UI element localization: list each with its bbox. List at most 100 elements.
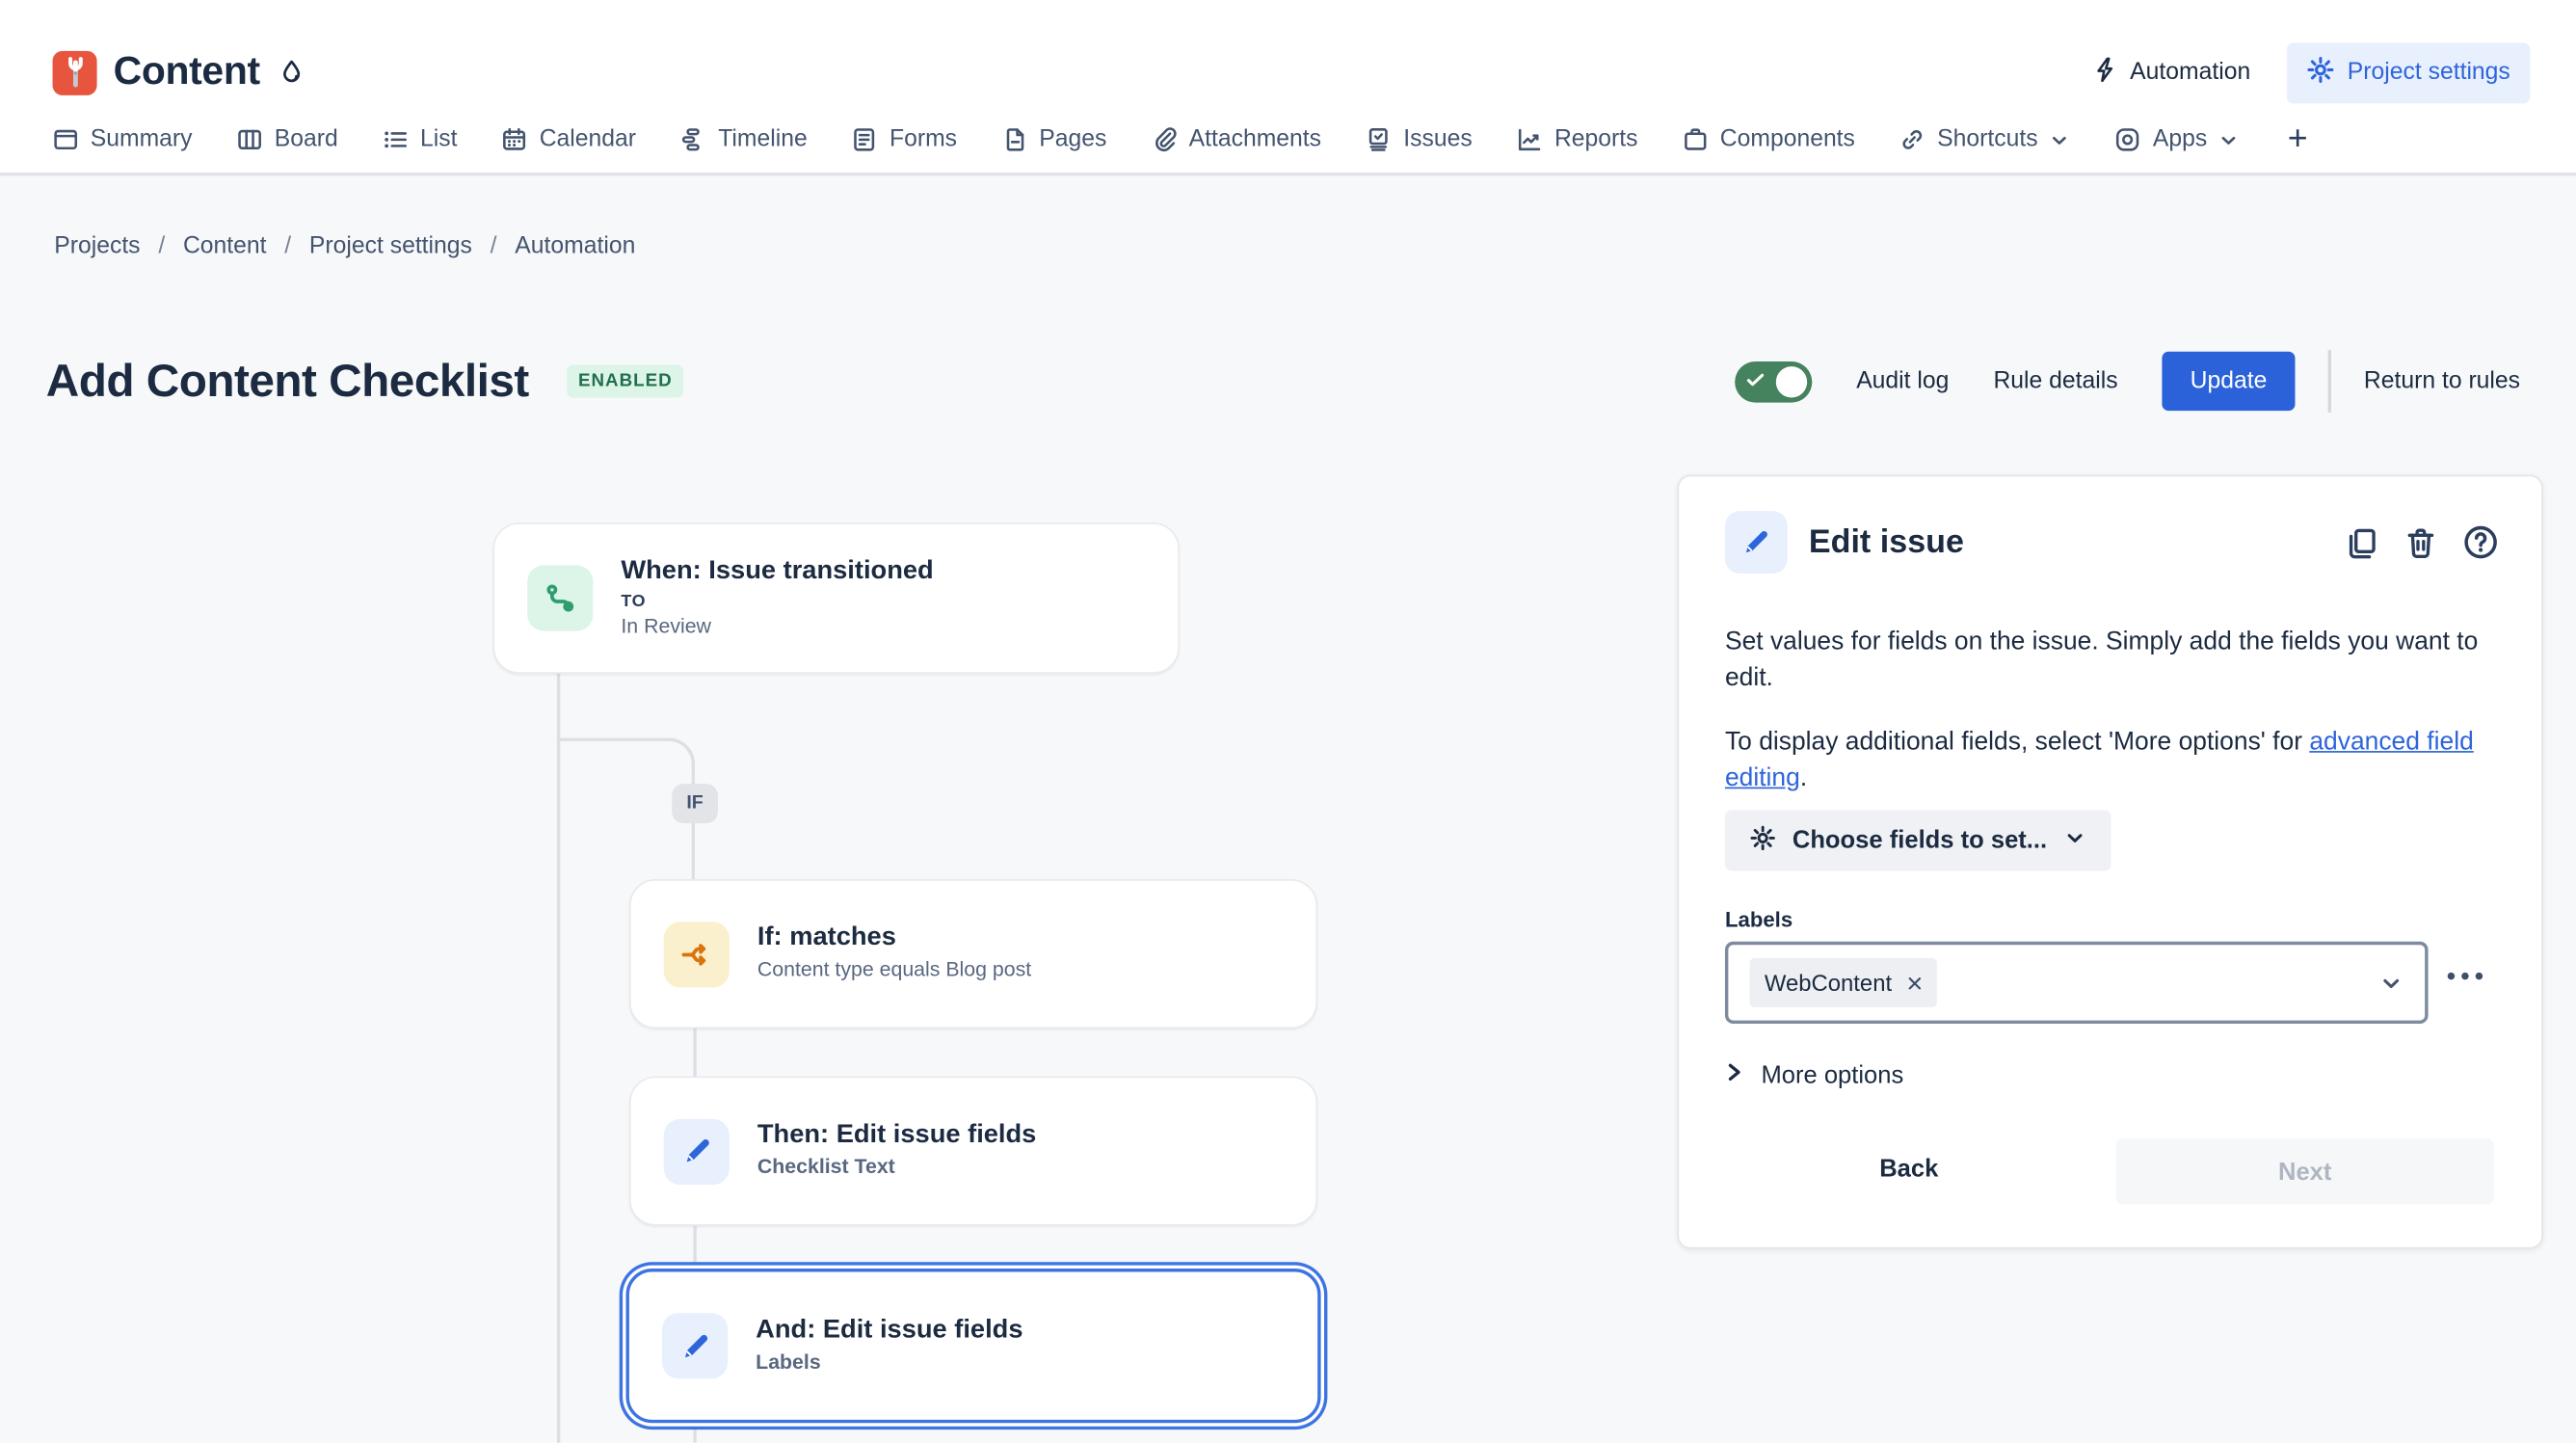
- help-button[interactable]: [2462, 524, 2499, 561]
- flow-node-action-and-selected[interactable]: And: Edit issue fields Labels: [625, 1269, 1320, 1423]
- panel-header: Edit issue: [1725, 511, 2499, 574]
- remove-tag-button[interactable]: [1906, 975, 1921, 990]
- pencil-icon: [1725, 511, 1788, 574]
- nav-tab-board[interactable]: Board: [237, 126, 338, 152]
- nav-tab-attachments[interactable]: Attachments: [1151, 126, 1321, 152]
- issue-transition-icon: [527, 565, 593, 630]
- nav-tab-list[interactable]: List: [383, 126, 458, 152]
- copy-icon: [2345, 525, 2379, 560]
- calendar-icon: [501, 126, 527, 152]
- more-options-label: More options: [1761, 1061, 1903, 1089]
- issues-icon: [1366, 126, 1392, 152]
- breadcrumb-separator: /: [491, 233, 497, 259]
- project-header: Content Automation: [0, 0, 2576, 175]
- summary-icon: [53, 126, 79, 152]
- project-identity: Content: [53, 49, 305, 95]
- paperclip-icon: [1151, 126, 1177, 152]
- nav-tab-reports[interactable]: Reports: [1517, 126, 1638, 152]
- pages-icon: [1001, 126, 1027, 152]
- ink-pen-icon: [279, 59, 305, 87]
- rule-titlebar: Add Content Checklist ENABLED: [46, 355, 684, 408]
- flow-node-action-then[interactable]: Then: Edit issue fields Checklist Text: [629, 1077, 1317, 1226]
- breadcrumb-content[interactable]: Content: [183, 233, 267, 259]
- node-subtitle: Labels: [756, 1350, 1022, 1376]
- connector-line: [693, 1226, 696, 1270]
- connector-line: [693, 1029, 696, 1078]
- chevron-down-icon: [2378, 971, 2403, 996]
- close-icon: [1906, 975, 1921, 990]
- node-title: When: Issue transitioned: [621, 556, 933, 586]
- nav-tab-forms[interactable]: Forms: [852, 126, 957, 152]
- project-settings-button-label: Project settings: [2348, 59, 2510, 85]
- node-subtitle-strong: TO: [621, 591, 933, 612]
- breadcrumb-separator: /: [158, 233, 165, 259]
- delete-button[interactable]: [2403, 525, 2438, 560]
- labels-field-label: Labels: [1725, 907, 1793, 932]
- flow-node-trigger[interactable]: When: Issue transitioned TO In Review: [492, 522, 1180, 674]
- node-subtitle: Content type equals Blog post: [757, 958, 1031, 984]
- panel-title: Edit issue: [1809, 523, 2324, 561]
- lightning-icon: [2092, 55, 2117, 90]
- labels-select[interactable]: WebContent: [1725, 942, 2429, 1024]
- nav-tab-timeline[interactable]: Timeline: [680, 126, 808, 152]
- trash-icon: [2403, 525, 2438, 560]
- timeline-icon: [680, 126, 706, 152]
- ellipsis-icon: [2445, 970, 2486, 983]
- apps-icon: [2115, 126, 2141, 152]
- jira-automation-rule-page: Content Automation: [0, 0, 2576, 1443]
- update-button[interactable]: Update: [2163, 352, 2296, 411]
- board-icon: [237, 126, 263, 152]
- wrench-icon: [57, 54, 93, 91]
- node-title: Then: Edit issue fields: [757, 1121, 1036, 1151]
- panel-description: Set values for fields on the issue. Simp…: [1725, 624, 2490, 699]
- edit-issue-panel: Edit issue Set values for fields on the …: [1678, 475, 2543, 1249]
- add-tab-button[interactable]: +: [2284, 126, 2311, 152]
- list-icon: [383, 126, 409, 152]
- chevron-down-icon: [2218, 129, 2240, 150]
- audit-log-link[interactable]: Audit log: [1856, 368, 1949, 394]
- flow-node-condition[interactable]: If: matches Content type equals Blog pos…: [629, 879, 1317, 1029]
- project-avatar: [53, 50, 97, 94]
- rule-details-link[interactable]: Rule details: [1993, 368, 2117, 394]
- panel-description-2: To display additional fields, select 'Mo…: [1725, 724, 2490, 799]
- nav-tab-calendar[interactable]: Calendar: [501, 126, 636, 152]
- back-button[interactable]: Back: [1870, 1154, 1949, 1185]
- node-title: And: Edit issue fields: [756, 1316, 1022, 1346]
- chevron-right-icon: [1725, 1061, 1743, 1089]
- link-icon: [1899, 126, 1925, 152]
- components-icon: [1683, 126, 1709, 152]
- next-button[interactable]: Next: [2116, 1138, 2494, 1204]
- pencil-icon: [662, 1313, 728, 1378]
- choose-fields-label: Choose fields to set...: [1793, 826, 2047, 854]
- rule-enabled-toggle[interactable]: [1735, 361, 1812, 402]
- nav-tab-apps[interactable]: Apps: [2115, 126, 2241, 152]
- nav-tab-shortcuts[interactable]: Shortcuts: [1899, 126, 2071, 152]
- choose-fields-dropdown[interactable]: Choose fields to set...: [1725, 810, 2111, 870]
- breadcrumb: Projects / Content / Project settings / …: [54, 233, 635, 259]
- nav-tab-pages[interactable]: Pages: [1001, 126, 1106, 152]
- toggle-knob: [1776, 365, 1807, 396]
- breadcrumb-automation[interactable]: Automation: [515, 233, 635, 259]
- breadcrumb-projects[interactable]: Projects: [54, 233, 140, 259]
- breadcrumb-project-settings[interactable]: Project settings: [309, 233, 472, 259]
- project-settings-button[interactable]: Project settings: [2287, 41, 2531, 102]
- gear-icon: [1750, 824, 1776, 857]
- project-title: Content: [114, 49, 260, 95]
- connector-line: [693, 1430, 696, 1443]
- nav-tab-components[interactable]: Components: [1683, 126, 1855, 152]
- duplicate-button[interactable]: [2345, 525, 2379, 560]
- automation-button-label: Automation: [2130, 59, 2250, 85]
- nav-tab-summary[interactable]: Summary: [53, 126, 193, 152]
- toolbar-divider: [2327, 350, 2330, 413]
- question-icon: [2462, 524, 2499, 561]
- node-title: If: matches: [757, 923, 1031, 953]
- label-tag: WebContent: [1750, 958, 1937, 1007]
- automation-button[interactable]: Automation: [2073, 41, 2271, 102]
- return-to-rules-link[interactable]: Return to rules: [2364, 368, 2520, 394]
- branch-split-icon: [664, 921, 730, 986]
- labels-more-button[interactable]: [2445, 970, 2486, 983]
- nav-tab-issues[interactable]: Issues: [1366, 126, 1473, 152]
- more-options-toggle[interactable]: More options: [1725, 1061, 1903, 1089]
- project-nav: Summary Board List Calendar Timeline For…: [53, 126, 2312, 152]
- node-subtitle: Checklist Text: [757, 1156, 1036, 1182]
